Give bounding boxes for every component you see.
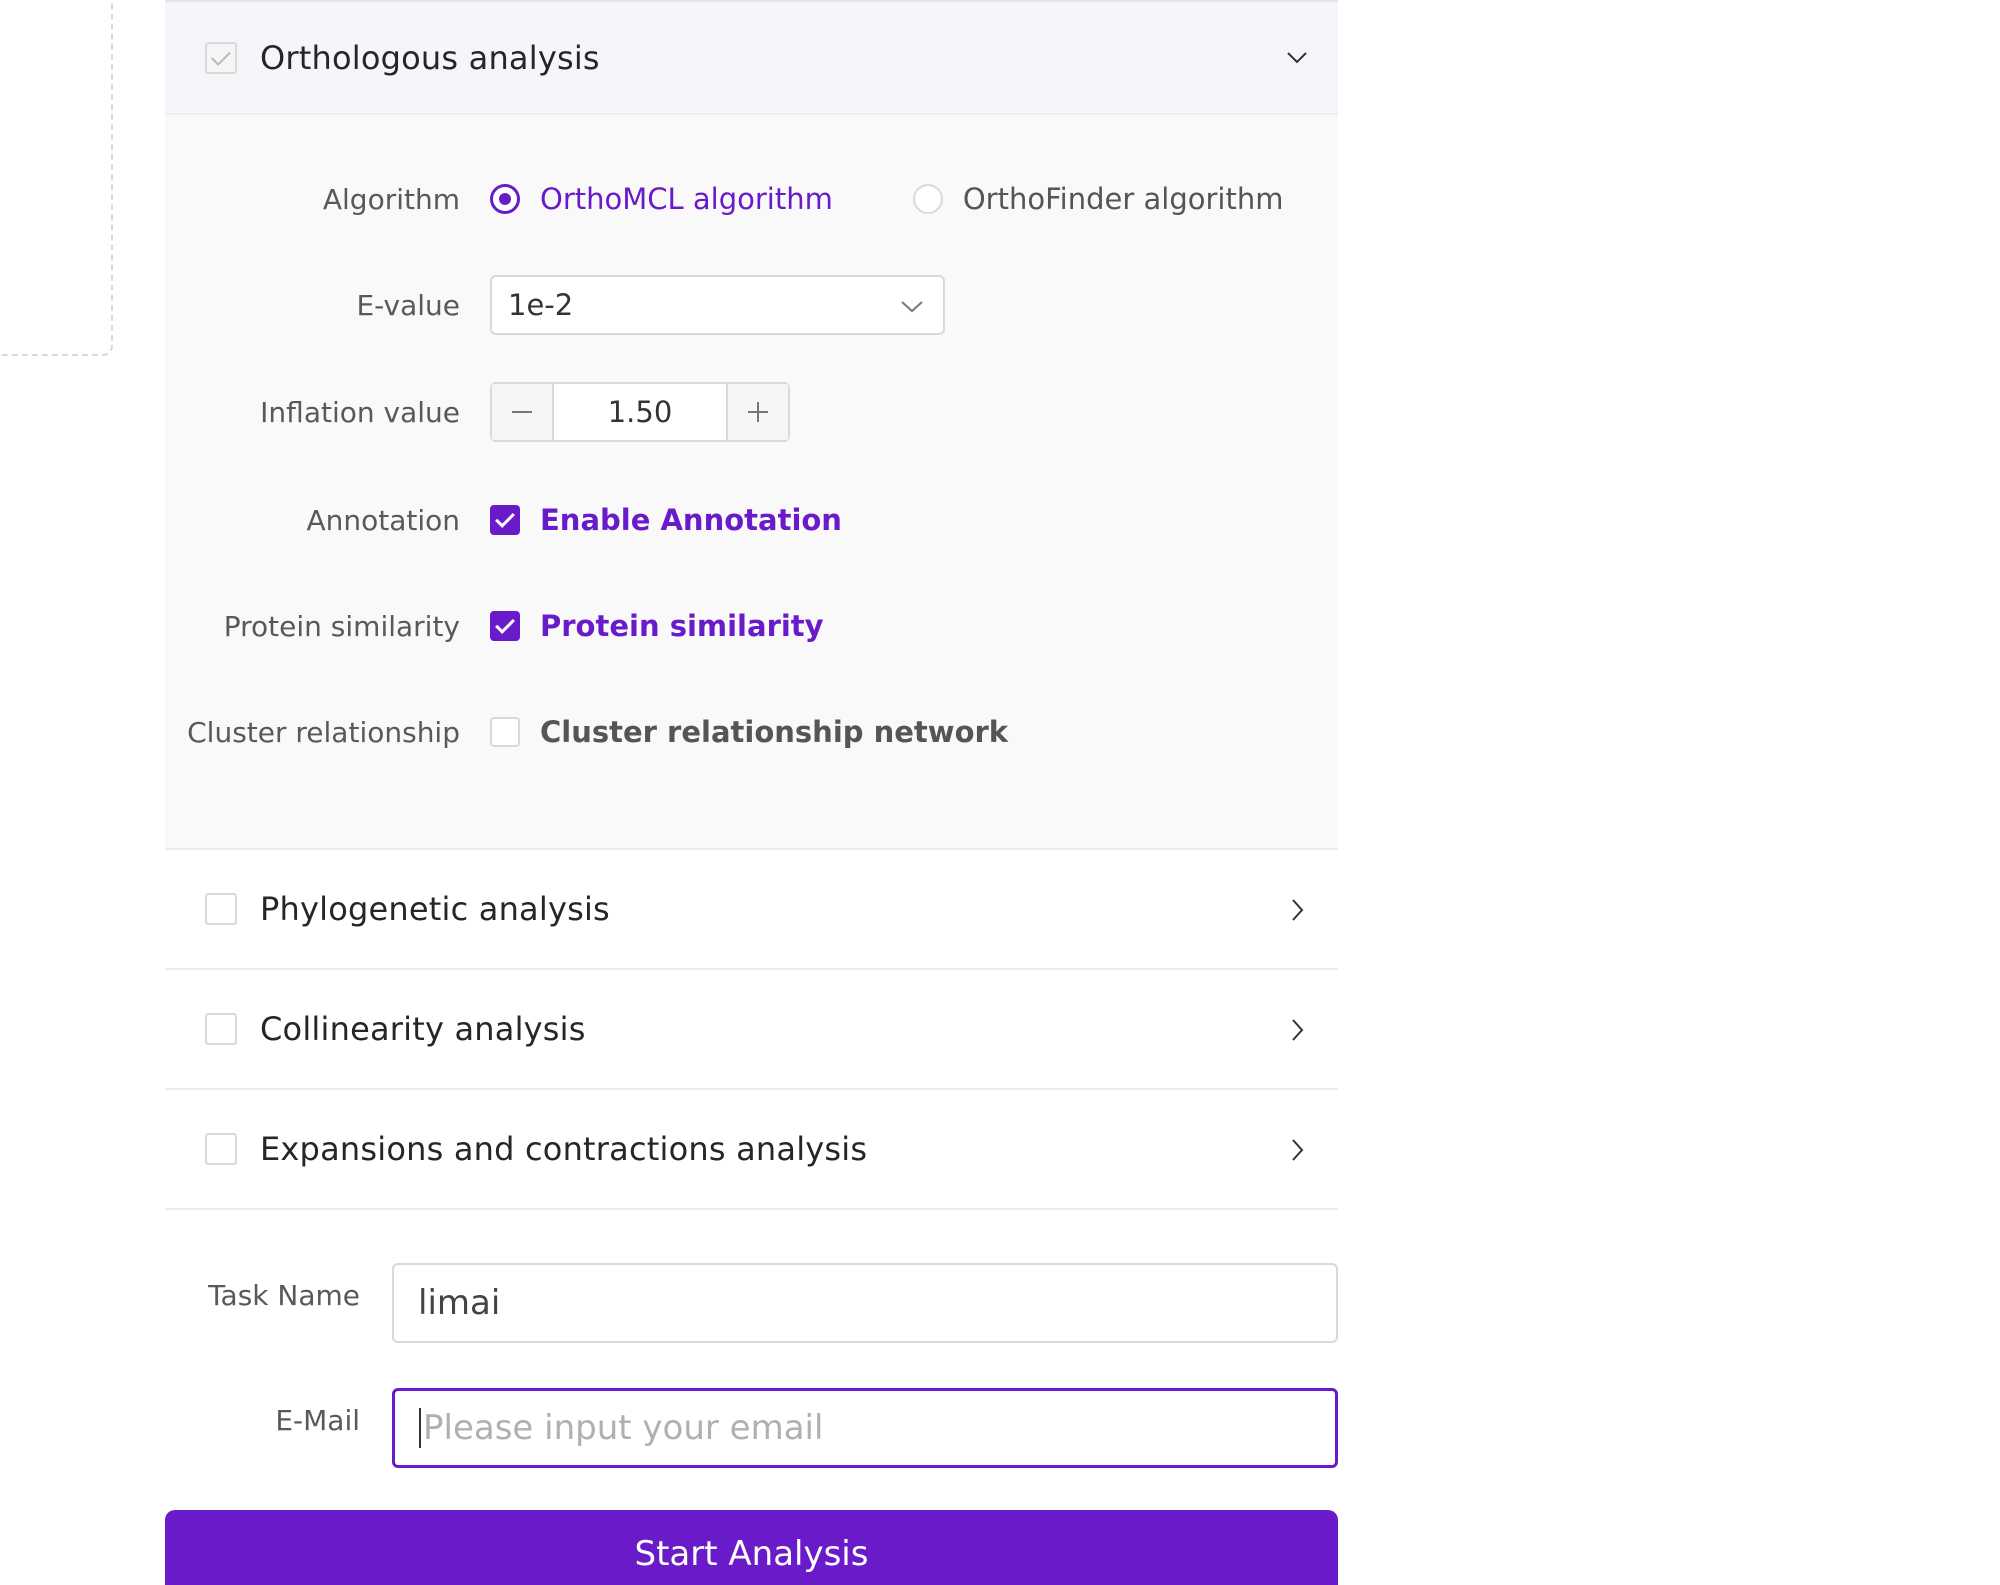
annotation-row: Annotation Enable Annotation [165, 488, 1338, 552]
evalue-row: E-value 1e-2 [165, 273, 1338, 337]
section-header-orthologous[interactable]: Orthologous analysis [165, 0, 1338, 115]
evalue-control: 1e-2 [490, 275, 945, 335]
section-title-orthologous: Orthologous analysis [260, 38, 600, 77]
inflation-label: Inflation value [260, 395, 460, 429]
annotation-label: Annotation [306, 503, 460, 537]
task-name-label: Task Name [208, 1279, 360, 1312]
chevron-right-icon[interactable] [1286, 899, 1308, 921]
phylogenetic-checkbox[interactable] [205, 893, 237, 925]
radio-orthofinder-label[interactable]: OrthoFinder algorithm [963, 182, 1284, 216]
analysis-panel: Orthologous analysis Algorithm OrthoMCL … [165, 0, 1338, 1585]
section-title-collinearity: Collinearity analysis [260, 1010, 586, 1048]
start-analysis-button[interactable]: Start Analysis [165, 1510, 1338, 1585]
cluster-control: Cluster relationship network [490, 715, 1008, 749]
task-name-input[interactable]: limai [392, 1263, 1338, 1343]
email-placeholder: Please input your email [423, 1408, 824, 1448]
protein-label: Protein similarity [223, 609, 460, 643]
radio-orthomcl-label[interactable]: OrthoMCL algorithm [540, 182, 833, 216]
cluster-option-label[interactable]: Cluster relationship network [540, 715, 1008, 749]
section-header-collinearity[interactable]: Collinearity analysis [165, 970, 1338, 1090]
expansions-checkbox[interactable] [205, 1133, 237, 1165]
algorithm-row: Algorithm OrthoMCL algorithm OrthoFinder… [165, 167, 1338, 231]
algorithm-radio-group: OrthoMCL algorithm OrthoFinder algorithm [490, 182, 1283, 216]
evalue-label: E-value [356, 288, 460, 322]
cluster-row: Cluster relationship Cluster relationshi… [165, 700, 1338, 764]
chevron-down-icon[interactable] [1286, 46, 1308, 68]
radio-orthofinder[interactable] [912, 184, 943, 214]
protein-row: Protein similarity Protein similarity [165, 594, 1338, 658]
email-input[interactable]: Please input your email [392, 1388, 1338, 1468]
annotation-checkbox[interactable] [490, 505, 520, 535]
section-title-phylogenetic: Phylogenetic analysis [260, 890, 610, 928]
annotation-control: Enable Annotation [490, 503, 842, 537]
evalue-select[interactable]: 1e-2 [490, 275, 945, 335]
protein-control: Protein similarity [490, 609, 824, 643]
orthologous-checkbox[interactable] [205, 41, 237, 74]
section-header-phylogenetic[interactable]: Phylogenetic analysis [165, 850, 1338, 970]
annotation-option-label[interactable]: Enable Annotation [540, 503, 842, 537]
section-body-orthologous: Algorithm OrthoMCL algorithm OrthoFinder… [165, 115, 1338, 850]
evalue-selected-value: 1e-2 [508, 288, 574, 322]
inflation-stepper[interactable]: 1.50 [490, 382, 790, 442]
collinearity-checkbox[interactable] [205, 1013, 237, 1045]
inflation-row: Inflation value 1.50 [165, 380, 1338, 444]
cluster-checkbox[interactable] [490, 717, 520, 747]
inflation-control: 1.50 [490, 382, 790, 442]
chevron-right-icon[interactable] [1286, 1019, 1308, 1041]
task-name-row: Task Name limai [165, 1263, 1338, 1343]
protein-checkbox[interactable] [490, 611, 520, 641]
plus-icon[interactable] [726, 384, 788, 440]
text-caret [419, 1408, 421, 1448]
radio-orthomcl[interactable] [490, 184, 520, 214]
section-header-expansions[interactable]: Expansions and contractions analysis [165, 1090, 1338, 1210]
chevron-down-icon [901, 301, 923, 313]
section-title-expansions: Expansions and contractions analysis [260, 1130, 868, 1168]
protein-option-label[interactable]: Protein similarity [540, 609, 824, 643]
cluster-label: Cluster relationship [187, 715, 460, 749]
chevron-right-icon[interactable] [1286, 1139, 1308, 1161]
email-row: E-Mail Please input your email [165, 1388, 1338, 1468]
minus-icon[interactable] [492, 384, 554, 440]
inflation-value[interactable]: 1.50 [554, 384, 726, 440]
algorithm-label: Algorithm [322, 182, 460, 216]
upload-area[interactable] [0, 0, 113, 356]
start-analysis-label: Start Analysis [634, 1534, 869, 1574]
page: Orthologous analysis Algorithm OrthoMCL … [0, 0, 2000, 1585]
email-label: E-Mail [275, 1404, 360, 1437]
task-name-value: limai [418, 1283, 501, 1323]
